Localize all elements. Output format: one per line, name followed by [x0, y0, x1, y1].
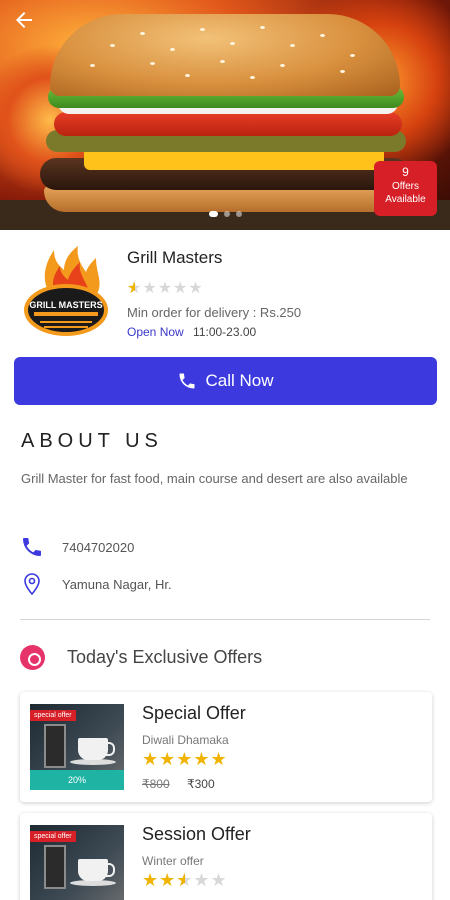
- offer-subtitle: Winter offer: [142, 854, 204, 868]
- location-pin-icon: [20, 572, 44, 596]
- burger-image: [38, 14, 412, 214]
- logo-text: GRILL MASTERS: [29, 300, 102, 310]
- offer-price: ₹800 ₹300: [142, 777, 215, 791]
- offers-label: Offers Available: [385, 181, 426, 205]
- carousel-dot-2[interactable]: [223, 211, 230, 217]
- carousel-dot-3[interactable]: [235, 211, 242, 217]
- carousel-indicator[interactable]: [0, 211, 450, 217]
- hero-banner[interactable]: 9 Offers Available: [0, 0, 450, 230]
- offers-section-header: Today's Exclusive Offers: [20, 645, 262, 670]
- offer-title: Special Offer: [142, 703, 246, 723]
- clock-icon: [20, 645, 45, 670]
- special-offer-ribbon: special offer: [30, 710, 76, 721]
- call-now-button[interactable]: Call Now: [14, 357, 437, 405]
- call-now-label: Call Now: [205, 371, 274, 390]
- offer-card[interactable]: special offer 20% Special Offer Diwali D…: [20, 692, 432, 802]
- offer-image: special offer 20%: [30, 704, 124, 790]
- opening-status: Open Now 11:00-23.00: [127, 325, 256, 339]
- address-row[interactable]: Yamuna Nagar, Hr.: [20, 572, 172, 596]
- phone-row[interactable]: 7404702020: [20, 535, 134, 559]
- opening-hours: 11:00-23.00: [193, 325, 257, 339]
- phone-icon: [20, 535, 44, 559]
- offer-image: special offer: [30, 825, 124, 900]
- carousel-dot-1[interactable]: [208, 211, 218, 217]
- phone-number[interactable]: 7404702020: [62, 540, 134, 555]
- restaurant-name: Grill Masters: [127, 248, 223, 267]
- address-text[interactable]: Yamuna Nagar, Hr.: [62, 577, 172, 592]
- offer-rating: ★★★★★: [142, 749, 228, 769]
- offers-count: 9: [402, 165, 409, 179]
- restaurant-rating: ★ ★★★★: [127, 278, 204, 298]
- special-offer-ribbon: special offer: [30, 831, 76, 842]
- min-order-text: Min order for delivery : Rs.250: [127, 305, 302, 320]
- section-divider: [20, 619, 430, 620]
- offer-rating: ★★★★★: [142, 870, 228, 891]
- about-us-heading: ABOUT US: [21, 430, 163, 452]
- old-price: ₹800: [142, 777, 170, 791]
- offer-subtitle: Diwali Dhamaka: [142, 733, 229, 747]
- rating-star-half: ★: [127, 278, 142, 298]
- discount-badge: 20%: [30, 770, 124, 790]
- offer-title: Session Offer: [142, 824, 251, 844]
- offers-section-title: Today's Exclusive Offers: [67, 647, 263, 667]
- new-price: ₹300: [187, 777, 215, 791]
- offer-card[interactable]: special offer Session Offer Winter offer…: [20, 813, 432, 900]
- about-us-text: Grill Master for fast food, main course …: [21, 471, 408, 486]
- offers-available-badge[interactable]: 9 Offers Available: [374, 161, 437, 216]
- open-now-label: Open Now: [127, 325, 184, 339]
- restaurant-logo: GRILL MASTERS: [20, 244, 112, 344]
- back-arrow-icon[interactable]: [12, 8, 36, 32]
- phone-icon: [179, 373, 195, 389]
